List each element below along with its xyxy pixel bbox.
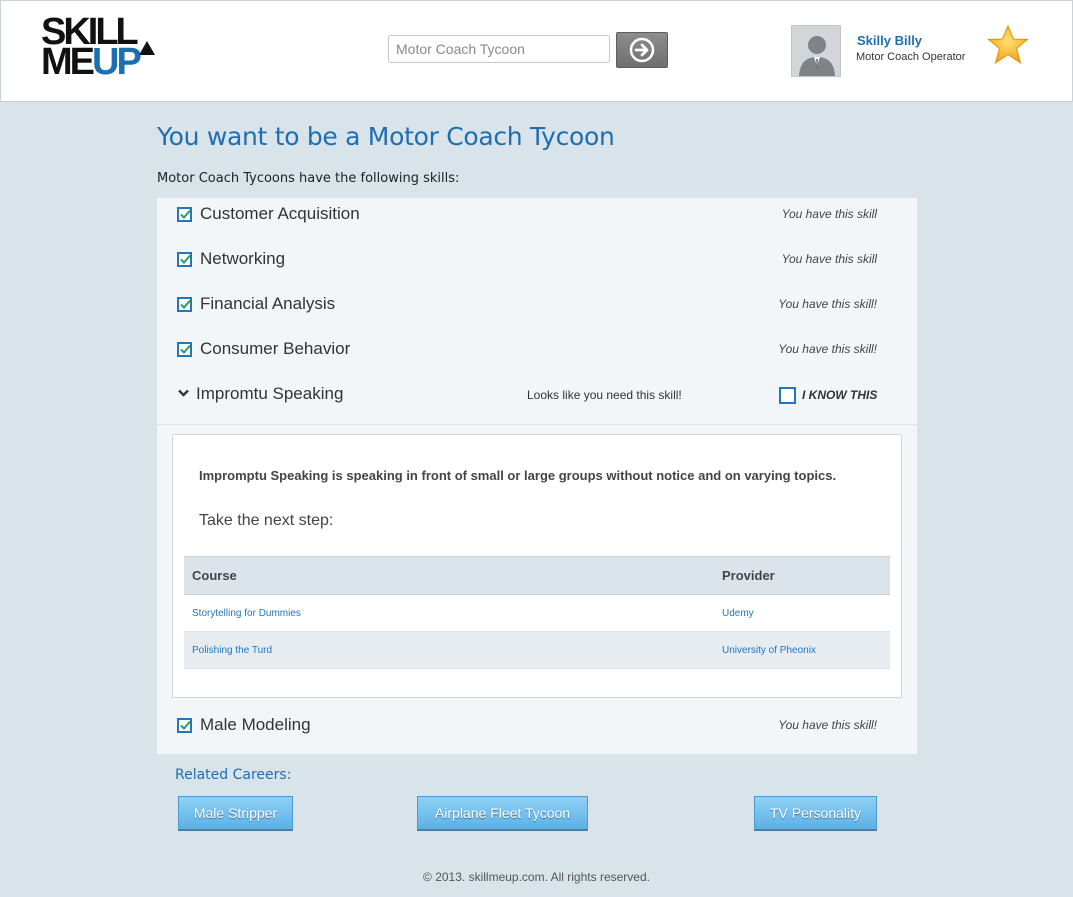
skill-row[interactable]: Male Modeling You have this skill! [157, 709, 917, 754]
skill-checkbox[interactable] [177, 297, 192, 312]
chevron-down-icon[interactable] [178, 389, 189, 397]
skill-row[interactable]: Networking You have this skill [157, 243, 917, 288]
footer: © 2013. skillmeup.com. All rights reserv… [423, 870, 650, 884]
skill-checkbox[interactable] [177, 252, 192, 267]
skill-checkbox[interactable] [177, 718, 192, 733]
check-icon [180, 299, 191, 309]
check-icon [180, 254, 191, 264]
related-careers-label: Related Careers: [175, 767, 292, 783]
avatar[interactable] [791, 25, 841, 77]
course-link[interactable]: Storytelling for Dummies [184, 594, 714, 632]
search-input[interactable] [388, 35, 610, 63]
skill-checkbox[interactable] [177, 207, 192, 222]
skill-status: You have this skill [781, 252, 877, 266]
user-silhouette-icon [792, 26, 840, 76]
skill-name: Customer Acquisition [200, 204, 360, 223]
table-row: Polishing the Turd University of Pheonix [184, 631, 890, 669]
career-button-tv-personality[interactable]: TV Personality [754, 796, 877, 831]
skill-status: You have this skill! [778, 297, 877, 311]
skill-name: Male Modeling [200, 715, 311, 734]
course-table: Course Provider Storytelling for Dummies… [184, 556, 890, 669]
logo-me: ME [41, 41, 95, 83]
user-title: Motor Coach Operator [856, 51, 966, 63]
skills-panel: Customer Acquisition You have this skill… [157, 198, 917, 754]
intro-text: Motor Coach Tycoons have the following s… [157, 171, 460, 186]
header: SKILL MEUP Skilly Billy Motor Coach Oper… [0, 0, 1073, 102]
column-header-course[interactable]: Course [184, 556, 714, 595]
skill-status: You have this skill! [778, 718, 877, 732]
skill-checkbox[interactable] [177, 342, 192, 357]
skill-status: You have this skill [781, 207, 877, 221]
search-go-button[interactable] [616, 32, 668, 68]
logo-line-2: MEUP [41, 43, 142, 81]
skill-name: Networking [200, 249, 286, 268]
table-header-row: Course Provider [184, 556, 890, 595]
i-know-this-label[interactable]: I KNOW THIS [802, 388, 877, 402]
check-icon [180, 209, 191, 219]
skillmeup-logo[interactable]: SKILL MEUP [41, 13, 156, 81]
skill-description: Impromptu Speaking is speaking in front … [199, 468, 837, 483]
star-icon[interactable] [987, 25, 1029, 65]
column-header-provider[interactable]: Provider [714, 556, 890, 595]
check-icon [180, 720, 191, 730]
skill-row[interactable]: Consumer Behavior You have this skill! [157, 333, 917, 378]
table-row: Storytelling for Dummies Udemy [184, 594, 890, 632]
skill-row[interactable]: Financial Analysis You have this skill! [157, 288, 917, 333]
provider-link[interactable]: University of Pheonix [714, 631, 890, 669]
skill-name: Consumer Behavior [200, 339, 351, 358]
provider-link[interactable]: Udemy [714, 594, 890, 632]
career-button-airplane-fleet-tycoon[interactable]: Airplane Fleet Tycoon [417, 796, 588, 831]
i-know-this-checkbox[interactable] [779, 387, 796, 404]
skill-detail-box: Impromptu Speaking is speaking in front … [172, 434, 902, 698]
logo-triangle-icon [139, 41, 155, 55]
logo-up: UP [92, 41, 142, 83]
user-name[interactable]: Skilly Billy [857, 33, 922, 48]
skill-status: You have this skill! [778, 342, 877, 356]
career-button-male-stripper[interactable]: Male Stripper [178, 796, 293, 831]
skill-name: Financial Analysis [200, 294, 336, 313]
skill-name: Impromtu Speaking [196, 384, 344, 403]
page-title: You want to be a Motor Coach Tycoon [157, 122, 615, 151]
check-icon [180, 344, 191, 354]
skill-row[interactable]: Customer Acquisition You have this skill [157, 198, 917, 243]
next-step-heading: Take the next step: [199, 512, 334, 529]
need-skill-text: Looks like you need this skill! [527, 388, 682, 402]
course-link[interactable]: Polishing the Turd [184, 631, 714, 669]
arrow-right-circle-icon [629, 37, 655, 63]
divider [157, 424, 917, 425]
